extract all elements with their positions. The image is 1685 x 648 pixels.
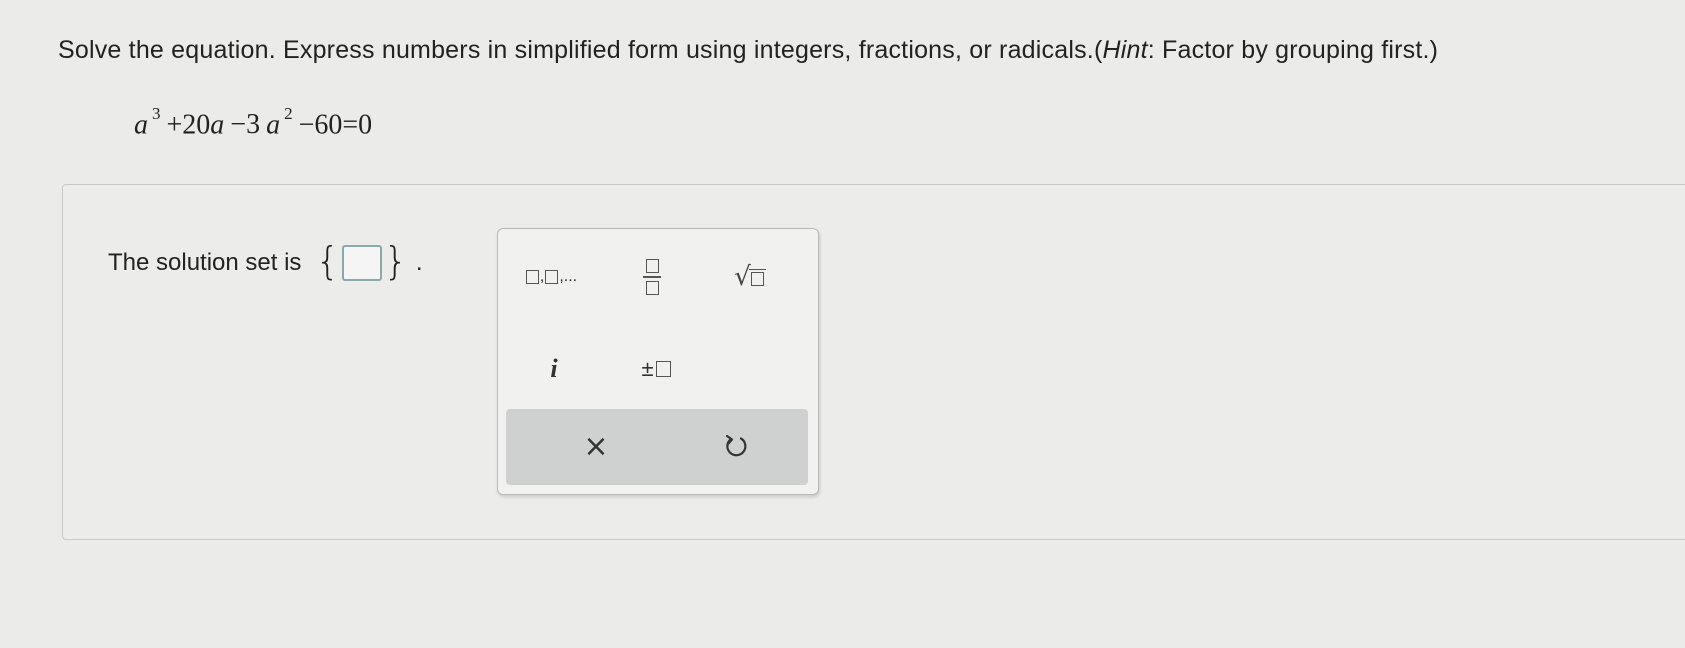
math-palette: ,,... √ i ± × [497, 228, 819, 495]
fraction-button[interactable] [622, 249, 682, 305]
fraction-denominator-icon [645, 280, 659, 295]
solution-period: . [415, 249, 423, 276]
list-template-button[interactable]: ,,... [516, 257, 586, 297]
eq-exponent-2: 2 [284, 104, 293, 123]
solution-label: The solution set is [108, 249, 302, 276]
list-template-icon [525, 270, 539, 284]
eq-var-a: a [210, 109, 225, 141]
undo-button[interactable] [706, 421, 766, 471]
eq-term-3: −3 [230, 109, 261, 141]
prompt-main: Solve the equation. Express numbers in s… [58, 36, 1103, 64]
brace-close: } [383, 239, 408, 283]
plus-minus-icon: ± [641, 356, 654, 381]
clear-icon: × [583, 428, 609, 464]
radicand-icon [750, 271, 764, 286]
equation: a 3 +20a −3 a 2 −60=0 [134, 104, 373, 141]
eq-rest: −60=0 [298, 109, 373, 141]
radicand-box [748, 268, 766, 286]
solution-input[interactable] [341, 245, 382, 281]
list-template-icon-2 [545, 270, 559, 284]
question-prompt: Solve the equation. Express numbers in s… [58, 36, 1438, 65]
eq-base-a: a [134, 109, 148, 141]
undo-icon [725, 434, 747, 457]
palette-action-bar: × [506, 409, 808, 485]
hint-label: Hint [1102, 36, 1148, 64]
eq-exponent-3: 3 [152, 104, 161, 123]
solution-row: The solution set is { } . [108, 239, 423, 283]
imaginary-unit-button[interactable]: i [526, 347, 582, 391]
plus-minus-button[interactable]: ± [624, 347, 688, 391]
plus-minus-box-icon [655, 361, 671, 377]
eq-base-a2: a [266, 109, 281, 141]
eq-term-20: +20 [166, 109, 211, 141]
answer-area [62, 184, 1685, 540]
fraction-bar-icon [643, 276, 661, 278]
hint-text: : Factor by grouping first.) [1147, 36, 1439, 64]
fraction-numerator-icon [645, 259, 659, 274]
list-separator: , [539, 268, 545, 285]
square-root-button[interactable]: √ [718, 253, 782, 301]
clear-button[interactable]: × [566, 421, 626, 471]
brace-open: { [315, 239, 340, 283]
list-ellipsis: ... [563, 268, 578, 285]
